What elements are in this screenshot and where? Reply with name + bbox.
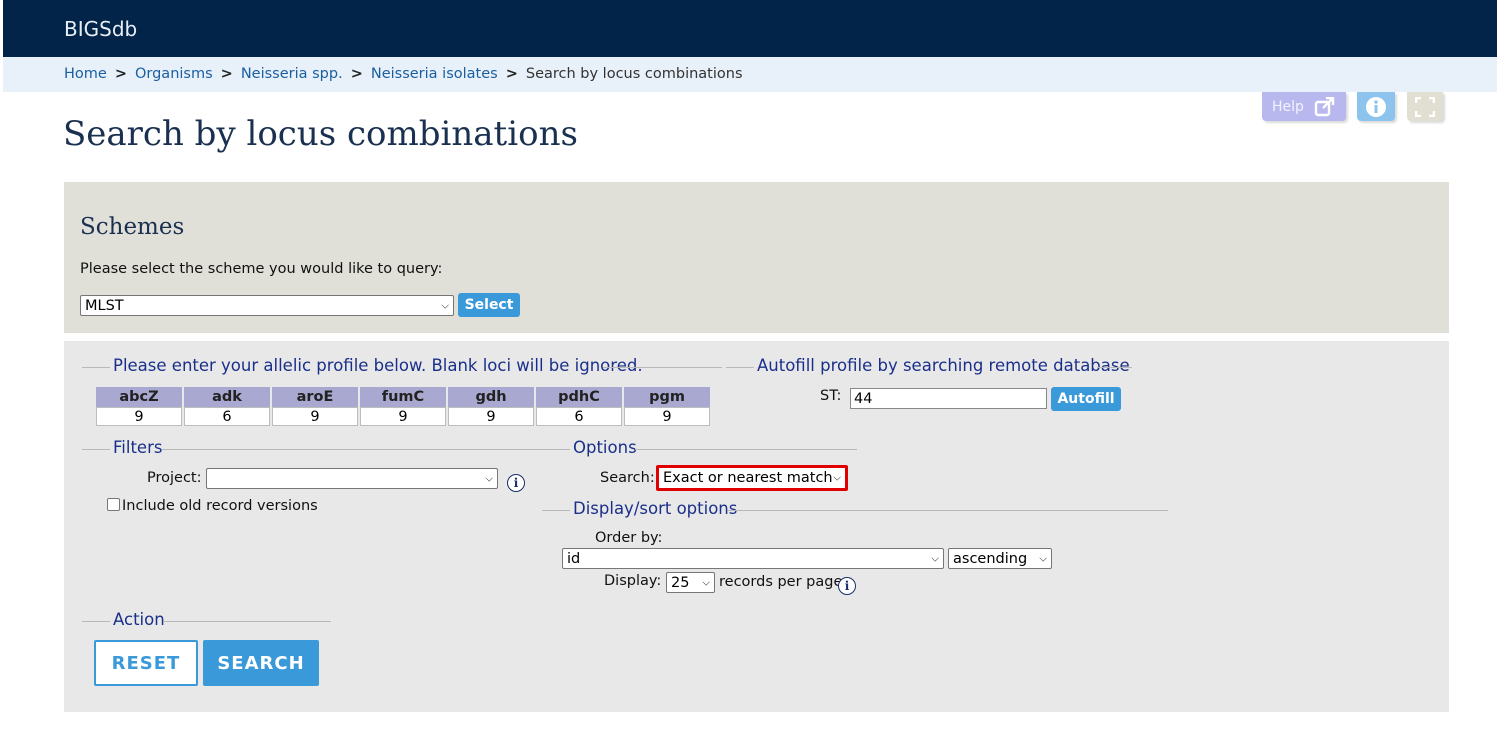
fieldset-border: [603, 367, 722, 368]
locus-value-input[interactable]: 6: [184, 407, 270, 426]
locus-header: adk: [184, 387, 270, 407]
options-legend: Options: [573, 438, 637, 457]
chevron-down-icon: ⌵: [441, 300, 449, 311]
breadcrumb-home[interactable]: Home: [64, 66, 107, 82]
breadcrumb-neisseria-spp[interactable]: Neisseria spp.: [241, 66, 343, 82]
project-label: Project:: [147, 470, 202, 486]
search-button[interactable]: SEARCH: [203, 640, 319, 686]
schemes-panel: Schemes Please select the scheme you wou…: [64, 182, 1449, 333]
autofill-legend: Autofill profile by searching remote dat…: [757, 356, 1130, 375]
breadcrumb-organisms[interactable]: Organisms: [135, 66, 213, 82]
order-by-label: Order by:: [595, 530, 663, 546]
page-title: Search by locus combinations: [63, 114, 578, 154]
profile-legend: Please enter your allelic profile below.…: [113, 356, 643, 375]
st-input[interactable]: 44: [850, 388, 1047, 409]
external-link-icon: [1314, 96, 1335, 116]
chevron-down-icon: ⌵: [833, 472, 841, 484]
display-sort-legend: Display/sort options: [573, 499, 738, 518]
reset-button[interactable]: RESET: [94, 640, 198, 686]
breadcrumb-separator: >: [350, 66, 363, 82]
allelic-profile-table: abcZ adk aroE fumC gdh pdhC pgm 9 6 9 9 …: [94, 387, 712, 426]
search-mode-select-value: Exact or nearest match: [663, 470, 833, 486]
expand-icon: [1415, 96, 1435, 117]
records-per-page-label: records per page: [719, 574, 843, 590]
fieldset-border: [728, 510, 1168, 511]
app-title[interactable]: BIGSdb: [64, 17, 137, 41]
locus-header: abcZ: [96, 387, 182, 407]
filters-legend: Filters: [113, 438, 163, 457]
autofill-button[interactable]: Autofill: [1051, 387, 1121, 411]
fieldset-border: [163, 621, 331, 622]
breadcrumb-separator: >: [505, 66, 518, 82]
fieldset-border: [1097, 367, 1132, 368]
search-mode-label: Search:: [600, 470, 655, 486]
fieldset-border: [82, 367, 110, 368]
include-old-versions-checkbox[interactable]: [107, 498, 120, 511]
fieldset-border: [726, 367, 754, 368]
breadcrumb-neisseria-isolates[interactable]: Neisseria isolates: [371, 66, 498, 82]
fieldset-border: [542, 449, 570, 450]
order-by-select[interactable]: id ⌵: [562, 548, 944, 569]
records-per-page-value: 25: [671, 574, 690, 591]
project-select[interactable]: ⌵: [206, 468, 498, 489]
breadcrumb-separator: >: [114, 66, 127, 82]
info-icon[interactable]: i: [838, 577, 856, 595]
info-button[interactable]: [1357, 92, 1395, 121]
locus-header: gdh: [448, 387, 534, 407]
info-icon[interactable]: i: [507, 474, 525, 492]
locus-value-input[interactable]: 9: [96, 407, 182, 426]
sort-direction-select-value: ascending: [953, 550, 1028, 567]
query-form: Please enter your allelic profile below.…: [64, 341, 1449, 712]
top-bar: BIGSdb: [3, 0, 1497, 57]
chevron-down-icon: ⌵: [485, 473, 493, 484]
help-button[interactable]: Help: [1262, 92, 1346, 121]
st-label: ST:: [820, 388, 842, 404]
order-by-select-value: id: [567, 550, 581, 567]
locus-header: aroE: [272, 387, 358, 407]
chevron-down-icon: ⌵: [1039, 553, 1047, 564]
fullscreen-button[interactable]: [1407, 92, 1443, 121]
help-label: Help: [1272, 98, 1304, 115]
fieldset-border: [82, 621, 110, 622]
locus-value-input[interactable]: 9: [448, 407, 534, 426]
scheme-select[interactable]: MLST ⌵: [80, 295, 454, 316]
breadcrumb: Home > Organisms > Neisseria spp. > Neisseria …: [3, 57, 1497, 92]
scheme-select-button[interactable]: Select: [458, 293, 520, 317]
fieldset-border: [542, 510, 570, 511]
locus-header: fumC: [360, 387, 446, 407]
scheme-select-value: MLST: [85, 297, 124, 314]
chevron-down-icon: ⌵: [931, 553, 939, 564]
locus-value-input[interactable]: 9: [624, 407, 710, 426]
breadcrumb-separator: >: [220, 66, 233, 82]
fieldset-border: [82, 449, 110, 450]
info-icon: [1366, 96, 1386, 117]
locus-header: pgm: [624, 387, 710, 407]
schemes-prompt: Please select the scheme you would like …: [80, 261, 443, 277]
chevron-down-icon: ⌵: [702, 577, 710, 588]
sort-direction-select[interactable]: ascending ⌵: [948, 548, 1052, 569]
locus-value-input[interactable]: 9: [272, 407, 358, 426]
action-legend: Action: [113, 610, 165, 629]
locus-value-input[interactable]: 9: [360, 407, 446, 426]
locus-value-input[interactable]: 6: [536, 407, 622, 426]
display-label: Display:: [604, 573, 662, 589]
schemes-heading: Schemes: [80, 214, 185, 240]
locus-header: pdhC: [536, 387, 622, 407]
include-old-versions-label: Include old record versions: [122, 498, 318, 514]
search-mode-select[interactable]: Exact or nearest match ⌵: [656, 465, 848, 491]
breadcrumb-current: Search by locus combinations: [525, 66, 743, 82]
fieldset-border: [635, 449, 857, 450]
records-per-page-select[interactable]: 25 ⌵: [666, 572, 715, 593]
fieldset-border: [162, 449, 542, 450]
